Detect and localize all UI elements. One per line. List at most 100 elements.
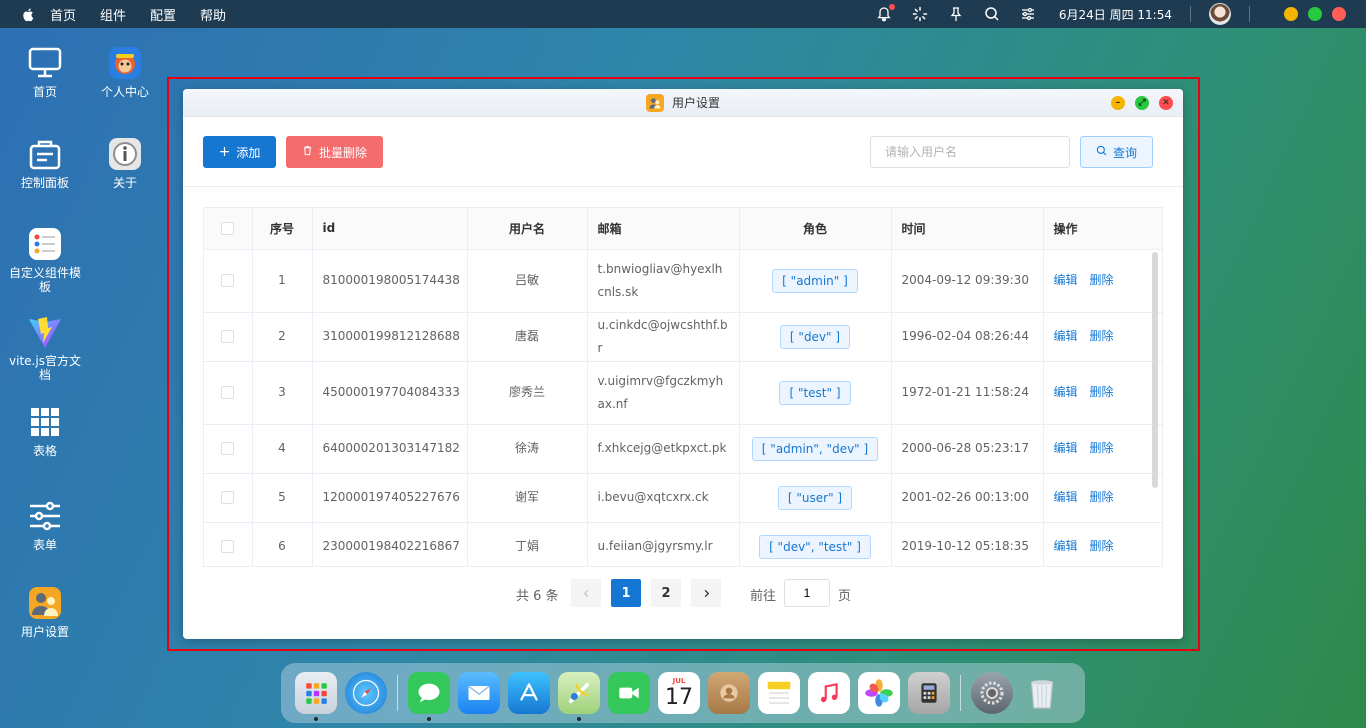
plus-icon: + bbox=[218, 144, 231, 160]
role-tag: [ "user" ] bbox=[777, 485, 853, 510]
cell-id: 810000198005174438 bbox=[312, 249, 468, 313]
prev-page-button[interactable] bbox=[571, 579, 601, 607]
role-tag: [ "admin", "dev" ] bbox=[751, 436, 879, 461]
maximize-dot-icon[interactable] bbox=[1308, 7, 1322, 21]
delete-link[interactable]: 删除 bbox=[1090, 329, 1114, 343]
table-header-row: 序号 id 用户名 邮箱 角色 时间 操作 bbox=[204, 208, 1162, 250]
edit-link[interactable]: 编辑 bbox=[1054, 441, 1078, 455]
window-close-button[interactable]: ✕ bbox=[1159, 96, 1173, 110]
clock-datetime[interactable]: 6月24日 周四 11:54 bbox=[1059, 6, 1172, 23]
running-indicator bbox=[314, 717, 318, 721]
avatar[interactable] bbox=[1209, 3, 1231, 25]
window-maximize-button[interactable]: ⤢ bbox=[1135, 96, 1149, 110]
username-search-input[interactable] bbox=[870, 136, 1070, 168]
dock-launchpad-icon[interactable] bbox=[295, 672, 337, 721]
edit-link[interactable]: 编辑 bbox=[1054, 273, 1078, 287]
dock-calculator-icon[interactable] bbox=[908, 672, 950, 714]
delete-link[interactable]: 删除 bbox=[1090, 385, 1114, 399]
desktop-icon-form[interactable]: 表单 bbox=[5, 498, 85, 552]
role-tag: [ "admin" ] bbox=[772, 268, 858, 293]
dock-mail-icon[interactable] bbox=[458, 672, 500, 714]
window-titlebar[interactable]: 用户设置 – ⤢ ✕ bbox=[183, 89, 1183, 117]
dock-system-preferences-icon[interactable] bbox=[971, 672, 1013, 714]
page-button-2[interactable]: 2 bbox=[651, 579, 681, 607]
trash-icon bbox=[302, 144, 313, 160]
dock-appstore-icon[interactable] bbox=[508, 672, 550, 714]
dock-contacts-icon[interactable] bbox=[708, 672, 750, 714]
edit-link[interactable]: 编辑 bbox=[1054, 385, 1078, 399]
row-select-cell bbox=[204, 312, 253, 362]
dock-calendar-icon[interactable]: JUL 17 bbox=[658, 672, 700, 714]
edit-link[interactable]: 编辑 bbox=[1054, 490, 1078, 504]
dock-notes-icon[interactable] bbox=[758, 672, 800, 714]
desktop-icon-user-settings[interactable]: 用户设置 bbox=[5, 585, 85, 639]
delete-link[interactable]: 删除 bbox=[1090, 273, 1114, 287]
cell-id: 450000197704084333 bbox=[312, 361, 468, 425]
row-select-cell bbox=[204, 424, 253, 474]
desktop-icon-vite-docs[interactable]: vite.js官方文档 bbox=[5, 314, 85, 382]
user-settings-icon bbox=[27, 585, 63, 621]
dock-messages-icon[interactable] bbox=[408, 672, 450, 721]
edit-link[interactable]: 编辑 bbox=[1054, 329, 1078, 343]
close-dot-icon[interactable] bbox=[1332, 7, 1346, 21]
control-center-icon[interactable] bbox=[1019, 5, 1037, 23]
row-checkbox[interactable] bbox=[221, 491, 235, 504]
row-checkbox[interactable] bbox=[221, 540, 235, 553]
desktop-icon-profile[interactable]: 个人中心 bbox=[85, 45, 165, 99]
row-checkbox[interactable] bbox=[221, 330, 235, 343]
menu-item-home[interactable]: 首页 bbox=[50, 5, 76, 24]
cell-role: [ "user" ] bbox=[739, 473, 892, 523]
dock-maps-icon[interactable] bbox=[558, 672, 600, 721]
delete-link[interactable]: 删除 bbox=[1090, 441, 1114, 455]
menu-item-help[interactable]: 帮助 bbox=[200, 5, 226, 24]
desktop-icon-custom-template[interactable]: 自定义组件模板 bbox=[5, 226, 85, 294]
row-checkbox[interactable] bbox=[221, 386, 235, 399]
query-button[interactable]: 查询 bbox=[1080, 136, 1153, 168]
cell-actions: 编辑 删除 bbox=[1043, 312, 1162, 362]
running-indicator bbox=[577, 717, 581, 721]
dock-safari-icon[interactable] bbox=[345, 672, 387, 714]
dock-trash-icon[interactable] bbox=[1021, 672, 1063, 714]
row-checkbox[interactable] bbox=[221, 274, 235, 287]
delete-link[interactable]: 删除 bbox=[1090, 539, 1114, 553]
add-button[interactable]: + 添加 bbox=[203, 136, 276, 168]
menubar-divider bbox=[1190, 6, 1191, 22]
search-icon[interactable] bbox=[983, 5, 1001, 23]
goto-page-input[interactable] bbox=[784, 579, 830, 607]
page-button-1[interactable]: 1 bbox=[611, 579, 641, 607]
cell-id: 120000197405227676 bbox=[312, 473, 468, 523]
edit-link[interactable]: 编辑 bbox=[1054, 539, 1078, 553]
table-scrollbar[interactable] bbox=[1152, 252, 1158, 488]
column-header: id bbox=[312, 208, 468, 250]
menu-item-components[interactable]: 组件 bbox=[100, 5, 126, 24]
cell-time: 2004-09-12 09:39:30 bbox=[891, 249, 1044, 313]
cell-actions: 编辑 删除 bbox=[1043, 424, 1162, 474]
desktop-icon-about[interactable]: 关于 bbox=[85, 136, 165, 190]
desktop-icon-home[interactable]: 首页 bbox=[5, 45, 85, 99]
cell-id: 230000198402216867 bbox=[312, 522, 468, 566]
row-checkbox[interactable] bbox=[221, 442, 235, 455]
goto-unit-label: 页 bbox=[838, 589, 852, 604]
loading-spinner-icon[interactable] bbox=[911, 5, 929, 23]
column-header: 用户名 bbox=[467, 208, 588, 250]
select-all-checkbox[interactable] bbox=[221, 222, 235, 236]
window-minimize-button[interactable]: – bbox=[1111, 96, 1125, 110]
apple-logo-icon[interactable] bbox=[20, 6, 36, 22]
menu-item-config[interactable]: 配置 bbox=[150, 5, 176, 24]
cell-username: 谢军 bbox=[467, 473, 588, 523]
dock-photos-icon[interactable] bbox=[858, 672, 900, 714]
notification-bell-icon[interactable] bbox=[875, 4, 895, 23]
calendar-day-glyph: 17 bbox=[665, 684, 693, 710]
dock-music-icon[interactable] bbox=[808, 672, 850, 714]
query-button-label: 查询 bbox=[1112, 145, 1137, 160]
desktop-icon-control-panel[interactable]: 控制面板 bbox=[5, 136, 85, 190]
table-row: 5 120000197405227676 谢军 i.bevu@xqtcxrx.c… bbox=[204, 473, 1162, 523]
pin-icon[interactable] bbox=[947, 5, 965, 23]
batch-delete-button[interactable]: 批量删除 bbox=[286, 136, 383, 168]
delete-link[interactable]: 删除 bbox=[1090, 490, 1114, 504]
next-page-button[interactable] bbox=[691, 579, 721, 607]
dock-facetime-icon[interactable] bbox=[608, 672, 650, 714]
minimize-dot-icon[interactable] bbox=[1284, 7, 1298, 21]
cell-email: u.cinkdc@ojwcshthf.br bbox=[587, 312, 740, 362]
desktop-icon-table[interactable]: 表格 bbox=[5, 404, 85, 458]
